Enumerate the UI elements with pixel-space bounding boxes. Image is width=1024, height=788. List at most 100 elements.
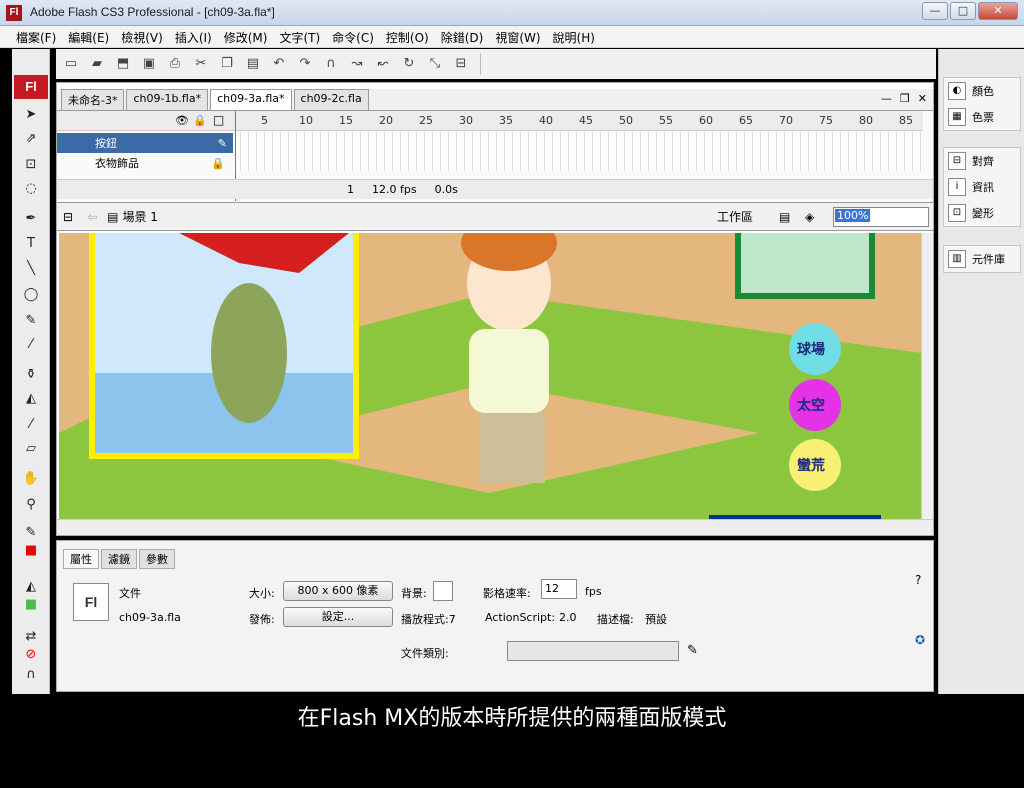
maximize-button[interactable]: □ (950, 2, 976, 20)
minimize-button[interactable]: — (922, 2, 948, 20)
lasso-tool-icon[interactable]: ◌ (20, 179, 42, 199)
back-arrow-icon[interactable]: ⇦ (87, 210, 97, 224)
frame-tick: 45 (579, 114, 593, 127)
accessibility-icon[interactable]: ✪ (915, 633, 925, 647)
bridge-icon[interactable]: ⬒ (112, 53, 134, 75)
menu-view[interactable]: 檢視(V) (115, 26, 169, 47)
hand-tool-icon[interactable]: ✋ (20, 469, 42, 489)
fill-color-swatch[interactable]: ■ (20, 595, 42, 615)
menu-window[interactable]: 視窗(W) (489, 26, 546, 47)
stage-button-space[interactable]: 太空 (797, 395, 825, 415)
stroke-color-swatch[interactable]: ■ (20, 541, 42, 561)
minimize-doc-icon[interactable]: — (881, 92, 892, 105)
size-button[interactable]: 800 x 600 像素 (283, 581, 393, 601)
close-doc-icon[interactable]: ✕ (918, 92, 927, 105)
close-button[interactable]: ✕ (978, 2, 1018, 20)
snap-option-icon[interactable]: ∩ (20, 665, 42, 685)
menu-file[interactable]: 檔案(F) (10, 26, 62, 47)
tab-parameters[interactable]: 參數 (139, 549, 175, 569)
menu-edit[interactable]: 編輯(E) (62, 26, 115, 47)
smooth-icon[interactable]: ↝ (346, 53, 368, 75)
tab-properties[interactable]: 屬性 (63, 549, 99, 569)
stage-vertical-scrollbar[interactable] (921, 233, 933, 519)
lock-icon[interactable]: 🔒 (193, 114, 207, 127)
zoom-tool-icon[interactable]: ⚲ (20, 495, 42, 515)
workspace-dropdown[interactable]: 工作區 (717, 208, 753, 225)
menu-insert[interactable]: 插入(I) (169, 26, 218, 47)
menu-modify[interactable]: 修改(M) (218, 26, 274, 47)
undo-icon[interactable]: ↶ (268, 53, 290, 75)
subselection-tool-icon[interactable]: ⇗ (20, 129, 42, 149)
oval-tool-icon[interactable]: ◯ (20, 285, 42, 305)
text-tool-icon[interactable]: T (20, 234, 42, 254)
frame-tick: 5 (261, 114, 268, 127)
copy-icon[interactable]: ❐ (216, 53, 238, 75)
ink-bottle-tool-icon[interactable]: ⚱ (20, 365, 42, 385)
line-tool-icon[interactable]: ╲ (20, 259, 42, 279)
open-folder-icon[interactable]: ▰ (86, 53, 108, 75)
edit-class-pencil-icon[interactable]: ✎ (687, 643, 698, 658)
pencil-tool-icon[interactable]: ✎ (20, 311, 42, 331)
frame-tick: 55 (659, 114, 673, 127)
paste-icon[interactable]: ▤ (242, 53, 264, 75)
redo-icon[interactable]: ↷ (294, 53, 316, 75)
tab-filters[interactable]: 濾鏡 (101, 549, 137, 569)
doc-tab-ch09-3a[interactable]: ch09-3a.fla* (210, 89, 292, 110)
menu-control[interactable]: 控制(O) (380, 26, 435, 47)
restore-doc-icon[interactable]: ❐ (900, 92, 910, 105)
selection-tool-icon[interactable]: ➤ (20, 105, 42, 125)
panel-library[interactable]: ▥ 元件庫 (944, 246, 1020, 272)
panel-align[interactable]: ⊟ 對齊 (944, 148, 1020, 174)
profile-value: 預設 (645, 613, 667, 626)
fill-bucket-icon[interactable]: ◭ (20, 577, 42, 597)
menu-commands[interactable]: 命令(C) (326, 26, 380, 47)
panel-color[interactable]: ◐ 顏色 (944, 78, 1020, 104)
doc-tab-ch09-1b[interactable]: ch09-1b.fla* (126, 89, 209, 110)
doc-tab-ch09-2c[interactable]: ch09-2c.fla (293, 89, 369, 110)
align-icon[interactable]: ⊟ (450, 53, 472, 75)
document-class-input[interactable] (507, 641, 679, 661)
zoom-input[interactable]: 100% (833, 207, 929, 227)
edit-scene-icon[interactable]: ▤ (779, 210, 790, 224)
brush-tool-icon[interactable]: ⁄ (20, 335, 42, 355)
straighten-icon[interactable]: ↜ (372, 53, 394, 75)
panel-info[interactable]: i 資訊 (944, 174, 1020, 200)
new-file-icon[interactable]: ▭ (60, 53, 82, 75)
save-icon[interactable]: ▣ (138, 53, 160, 75)
frame-tick: 65 (739, 114, 753, 127)
outline-icon[interactable]: □ (213, 113, 224, 127)
eyedropper-tool-icon[interactable]: ⁄ (20, 415, 42, 435)
help-icon[interactable]: ? (915, 573, 921, 587)
edit-symbol-icon[interactable]: ◈ (805, 210, 814, 224)
frame-grid[interactable] (233, 131, 923, 171)
snap-magnet-icon[interactable]: ∩ (320, 53, 342, 75)
cut-icon[interactable]: ✂ (190, 53, 212, 75)
doc-tab-untitled-3[interactable]: 未命名-3* (61, 89, 125, 110)
eraser-tool-icon[interactable]: ▱ (20, 439, 42, 459)
stroke-color-icon[interactable]: ✎ (20, 523, 42, 543)
pen-tool-icon[interactable]: ✒ (20, 209, 42, 229)
menu-help[interactable]: 說明(H) (547, 26, 601, 47)
layer-accessories[interactable]: 衣物飾品 🔒 (57, 153, 233, 173)
frame-rate-input[interactable]: 12 (541, 579, 577, 599)
timeline-toggle-icon[interactable]: ⊟ (63, 210, 73, 224)
stage[interactable]: 球場 太空 蠻荒 (59, 233, 921, 519)
panel-swatches[interactable]: ▦ 色票 (944, 104, 1020, 130)
eye-icon[interactable]: 👁 (175, 114, 189, 127)
stage-button-ballpark[interactable]: 球場 (797, 339, 825, 359)
menu-text[interactable]: 文字(T) (273, 26, 326, 47)
panel-transform[interactable]: ⊡ 變形 (944, 200, 1020, 226)
background-color-swatch[interactable] (433, 581, 453, 601)
menu-debug[interactable]: 除錯(D) (435, 26, 490, 47)
free-transform-tool-icon[interactable]: ⊡ (20, 155, 42, 175)
scale-icon[interactable]: ⤡ (424, 53, 446, 75)
swap-colors-icon[interactable]: ⇄ (20, 627, 42, 647)
stage-button-wild[interactable]: 蠻荒 (797, 455, 825, 475)
no-color-icon[interactable]: ⊘ (20, 645, 42, 665)
layer-buttons[interactable]: 按鈕 ✎ (57, 133, 233, 153)
print-icon[interactable]: ⎙ (164, 53, 186, 75)
stage-horizontal-scrollbar[interactable] (57, 519, 933, 535)
rotate-icon[interactable]: ↻ (398, 53, 420, 75)
paint-bucket-tool-icon[interactable]: ◭ (20, 389, 42, 409)
publish-settings-button[interactable]: 設定... (283, 607, 393, 627)
